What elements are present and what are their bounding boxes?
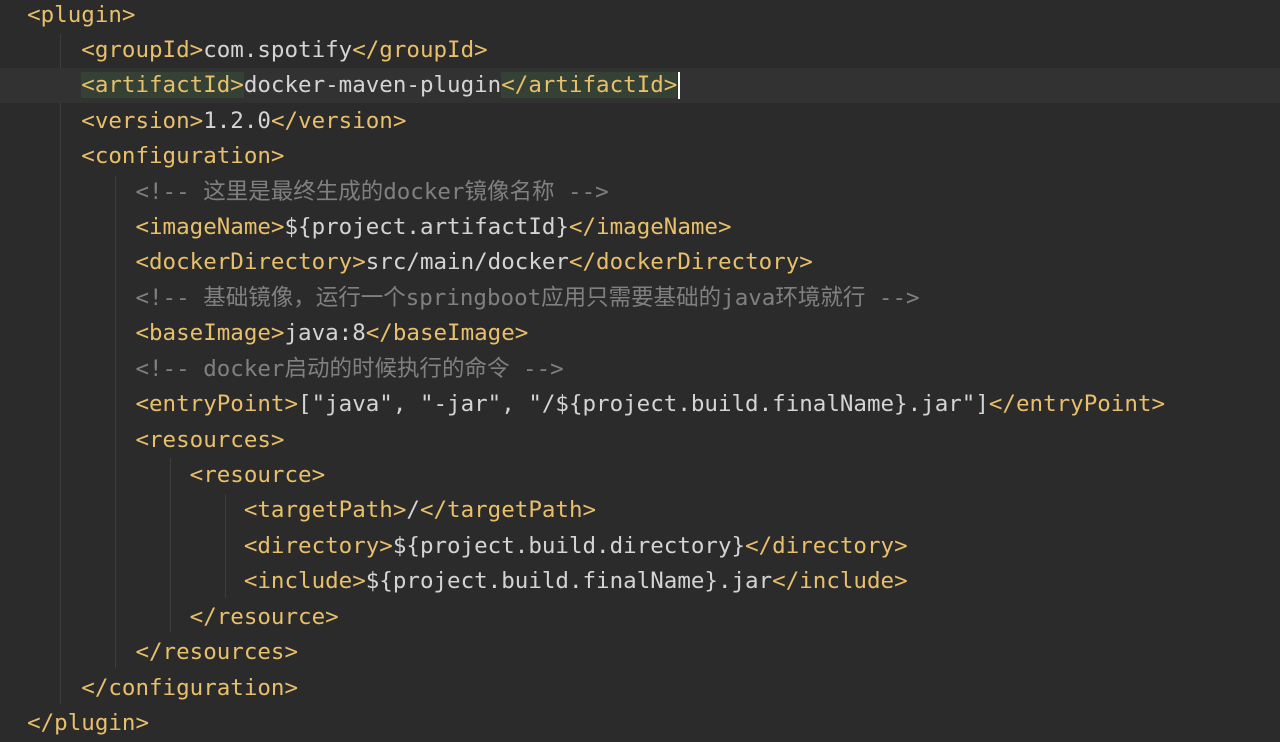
code-line[interactable]: </resource> (0, 600, 1280, 635)
code-line[interactable]: <targetPath>/</targetPath> (0, 493, 1280, 528)
include-open-tag: <include> (243, 568, 366, 594)
code-line[interactable]: <baseImage>java:8</baseImage> (0, 316, 1280, 351)
code-line[interactable]: <!-- 这里是最终生成的docker镜像名称 --> (0, 175, 1280, 210)
plugin-close-tag: </plugin> (27, 710, 150, 736)
comment-baseimage: <!-- 基础镜像，运行一个springboot应用只需要基础的java环境就行… (135, 285, 920, 311)
code-line[interactable]: <resources> (0, 423, 1280, 458)
dockerdirectory-open-tag: <dockerDirectory> (135, 249, 366, 275)
directory-value: ${project.build.directory} (392, 533, 746, 559)
entrypoint-open-tag: <entryPoint> (135, 391, 299, 417)
dockerdirectory-close-tag: </dockerDirectory> (568, 249, 813, 275)
resource-open-tag: <resource> (189, 462, 326, 488)
code-line[interactable]: <configuration> (0, 139, 1280, 174)
code-editor[interactable]: <plugin> <groupId>com.spotify</groupId> … (0, 0, 1280, 742)
code-line[interactable]: <plugin> (0, 0, 1280, 33)
text-caret (678, 72, 681, 99)
groupid-value: com.spotify (203, 37, 353, 63)
code-line[interactable]: </configuration> (0, 671, 1280, 706)
code-line[interactable]: <!-- 基础镜像，运行一个springboot应用只需要基础的java环境就行… (0, 281, 1280, 316)
comment-entrypoint: <!-- docker启动的时候执行的命令 --> (135, 356, 564, 382)
code-line[interactable]: <dockerDirectory>src/main/docker</docker… (0, 245, 1280, 280)
include-close-tag: </include> (772, 568, 908, 594)
configuration-close-tag: </configuration> (81, 675, 299, 701)
entrypoint-value: ["java", "-jar", "/${project.build.final… (298, 391, 989, 417)
groupid-close-tag: </groupId> (352, 37, 488, 63)
current-code-line[interactable]: <artifactId>docker-maven-plugin</artifac… (0, 68, 1280, 104)
targetpath-close-tag: </targetPath> (419, 497, 597, 523)
imagename-value: ${project.artifactId} (284, 214, 569, 240)
baseimage-close-tag: </baseImage> (365, 320, 529, 346)
imagename-close-tag: </imageName> (568, 214, 732, 240)
resources-close-tag: </resources> (135, 639, 299, 665)
configuration-open-tag: <configuration> (81, 143, 285, 169)
code-line[interactable]: <imageName>${project.artifactId}</imageN… (0, 210, 1280, 245)
entrypoint-close-tag: </entryPoint> (988, 391, 1165, 417)
code-line[interactable]: <version>1.2.0</version> (0, 104, 1280, 139)
artifactid-value: docker-maven-plugin (243, 72, 502, 98)
baseimage-value: java:8 (284, 320, 366, 346)
imagename-open-tag: <imageName> (135, 214, 285, 240)
artifactid-open-tag: <artifactId> (81, 72, 244, 98)
code-line[interactable]: <directory>${project.build.directory}</d… (0, 529, 1280, 564)
code-line[interactable]: <groupId>com.spotify</groupId> (0, 33, 1280, 68)
version-open-tag: <version> (81, 108, 204, 134)
plugin-open-tag: <plugin> (27, 2, 136, 28)
targetpath-value: / (406, 497, 420, 523)
resources-open-tag: <resources> (135, 427, 285, 453)
comment-imagename: <!-- 这里是最终生成的docker镜像名称 --> (135, 179, 609, 205)
directory-open-tag: <directory> (243, 533, 393, 559)
directory-close-tag: </directory> (745, 533, 908, 559)
groupid-open-tag: <groupId> (81, 37, 204, 63)
code-line[interactable]: </plugin> (0, 706, 1280, 741)
include-value: ${project.build.finalName}.jar (365, 568, 773, 594)
code-line[interactable]: </resources> (0, 635, 1280, 670)
version-value: 1.2.0 (203, 108, 271, 134)
resource-close-tag: </resource> (189, 604, 339, 630)
artifactid-close-tag: </artifactId> (501, 72, 678, 98)
code-line[interactable]: <resource> (0, 458, 1280, 493)
dockerdirectory-value: src/main/docker (365, 249, 569, 275)
code-line[interactable]: <!-- docker启动的时候执行的命令 --> (0, 352, 1280, 387)
code-line[interactable]: <entryPoint>["java", "-jar", "/${project… (0, 387, 1280, 422)
baseimage-open-tag: <baseImage> (135, 320, 285, 346)
code-line[interactable]: <include>${project.build.finalName}.jar<… (0, 564, 1280, 599)
targetpath-open-tag: <targetPath> (243, 497, 407, 523)
version-close-tag: </version> (270, 108, 407, 134)
